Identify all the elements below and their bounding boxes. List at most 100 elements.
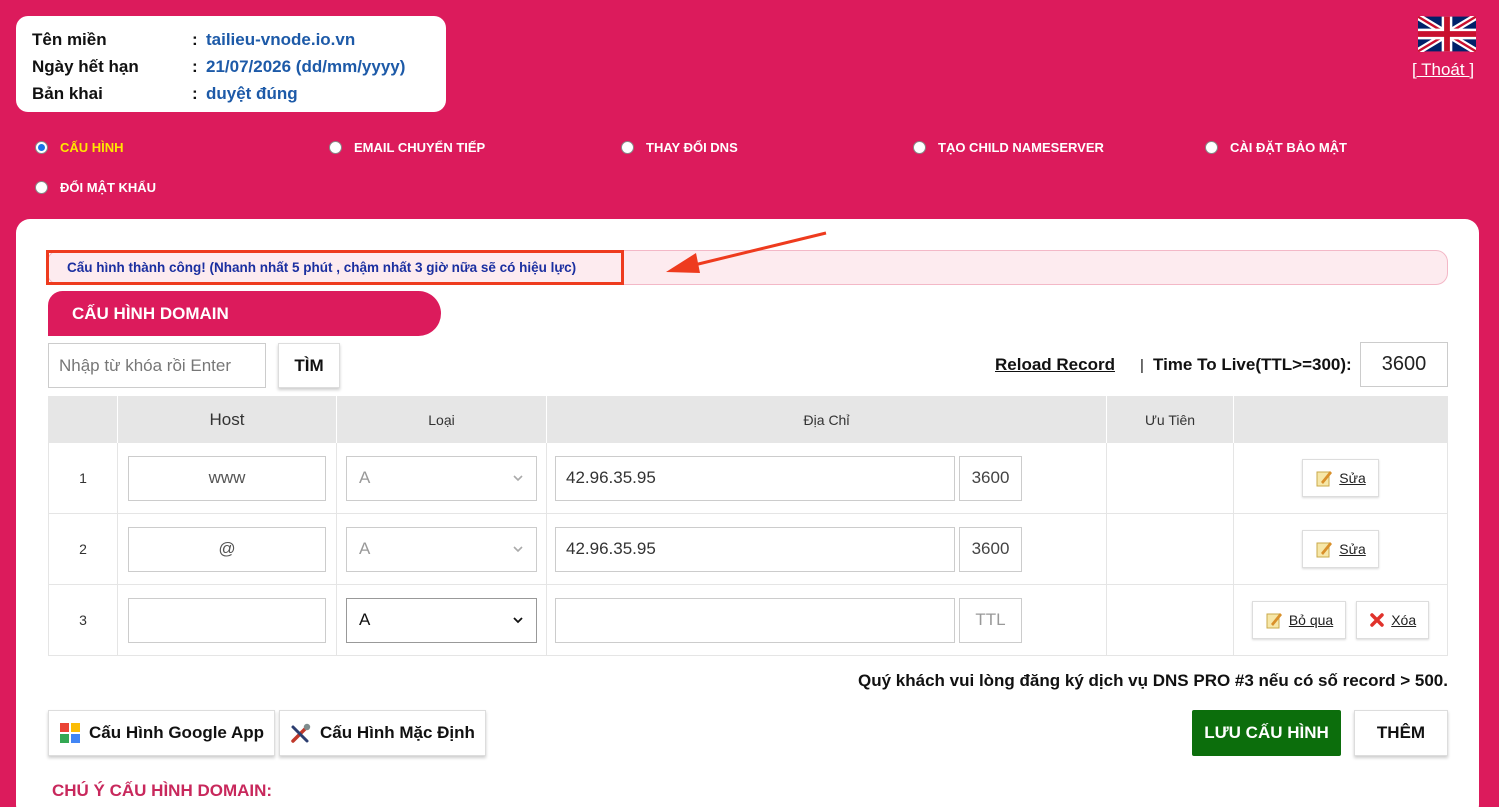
- address-input[interactable]: 42.96.35.95: [555, 526, 955, 572]
- uk-flag-icon[interactable]: [1418, 16, 1476, 52]
- info-value-expiry: 21/07/2026 (dd/mm/yyyy): [206, 56, 406, 76]
- default-config-label: Cấu Hình Mặc Định: [320, 723, 475, 742]
- edit-button[interactable]: Sửa: [1302, 530, 1379, 568]
- delete-label: Xóa: [1391, 612, 1417, 628]
- info-key: Tên miền: [32, 29, 107, 49]
- menu-item-change-password[interactable]: ĐỔI MẬT KHẨU: [35, 180, 156, 195]
- default-config-button[interactable]: Cấu Hình Mặc Định: [279, 710, 486, 756]
- save-config-button[interactable]: LƯU CẤU HÌNH: [1192, 710, 1341, 756]
- info-row-expiry: Ngày hết hạn : 21/07/2026 (dd/mm/yyyy): [32, 53, 430, 80]
- domain-info-box: Tên miền : tailieu-vnode.io.vn Ngày hết …: [16, 16, 446, 112]
- radio-icon[interactable]: [1205, 141, 1218, 154]
- priority-cell: [1107, 443, 1234, 513]
- menu-item-change-dns[interactable]: THAY ĐỔI DNS: [621, 140, 738, 155]
- address-input[interactable]: 42.96.35.95: [555, 455, 955, 501]
- google-app-label: Cấu Hình Google App: [89, 723, 265, 742]
- delete-button[interactable]: Xóa: [1356, 601, 1430, 639]
- priority-cell: [1107, 514, 1234, 584]
- table-row: 2 @ A 42.96.35.95 3600 Sửa: [48, 514, 1448, 585]
- edit-button[interactable]: Sửa: [1302, 459, 1379, 497]
- edit-note-icon: [1316, 542, 1333, 558]
- menu-item-email-forward[interactable]: EMAIL CHUYỂN TIẾP: [329, 140, 485, 155]
- menu-label: EMAIL CHUYỂN TIẾP: [354, 140, 486, 155]
- ttl-input[interactable]: [1360, 342, 1448, 387]
- address-cell: 42.96.35.95 3600: [547, 443, 1107, 513]
- radio-icon[interactable]: [35, 141, 48, 154]
- row-number: 1: [48, 443, 118, 513]
- skip-button[interactable]: Bỏ qua: [1251, 601, 1347, 639]
- radio-icon[interactable]: [621, 141, 634, 154]
- edit-label: Sửa: [1339, 541, 1366, 557]
- header-address: Địa Chỉ: [547, 396, 1107, 443]
- priority-cell: [1107, 585, 1234, 655]
- header-no: [48, 396, 118, 443]
- search-button[interactable]: TÌM: [278, 343, 340, 388]
- address-cell: 42.96.35.95 3600: [547, 514, 1107, 584]
- logout-link[interactable]: [ Thoát ]: [1412, 60, 1474, 80]
- ttl-field[interactable]: 3600: [959, 526, 1022, 572]
- type-cell: A: [337, 585, 547, 655]
- row-number: 2: [48, 514, 118, 584]
- menu-label: ĐỔI MẬT KHẨU: [60, 180, 157, 195]
- row-number: 3: [48, 585, 118, 655]
- type-select[interactable]: A: [346, 455, 537, 501]
- header-priority: Ưu Tiên: [1107, 396, 1234, 443]
- type-cell: A: [337, 443, 547, 513]
- menu-label: CÀI ĐẶT BẢO MẬT: [1230, 140, 1347, 155]
- main-panel: Cấu hình thành công! (Nhanh nhất 5 phút …: [16, 219, 1479, 807]
- actions-cell: Sửa: [1234, 514, 1448, 584]
- google-app-config-button[interactable]: Cấu Hình Google App: [48, 710, 276, 756]
- host-input[interactable]: [128, 597, 326, 643]
- edit-label: Sửa: [1339, 470, 1366, 486]
- host-input[interactable]: www: [128, 455, 326, 501]
- separator: |: [1140, 357, 1144, 374]
- address-input[interactable]: [555, 597, 955, 643]
- address-cell: TTL: [547, 585, 1107, 655]
- menu-item-security[interactable]: CÀI ĐẶT BẢO MẬT: [1205, 140, 1347, 155]
- type-select[interactable]: A: [346, 597, 537, 643]
- info-colon: :: [192, 83, 198, 103]
- info-row-domain: Tên miền : tailieu-vnode.io.vn: [32, 26, 430, 53]
- success-notice: Cấu hình thành công! (Nhanh nhất 5 phút …: [46, 250, 624, 285]
- dns-records-table: Host Loại Địa Chỉ Ưu Tiên 1 www A 42.96.…: [48, 396, 1448, 656]
- actions-cell: Sửa: [1234, 443, 1448, 513]
- header-type: Loại: [337, 396, 547, 443]
- section-title: CẤU HÌNH DOMAIN: [48, 291, 441, 336]
- type-select[interactable]: A: [346, 526, 537, 572]
- ttl-field[interactable]: 3600: [959, 455, 1022, 501]
- table-row: 3 A TTL Bỏ qua Xóa: [48, 585, 1448, 656]
- info-key: Bản khai: [32, 83, 103, 103]
- host-cell: www: [118, 443, 337, 513]
- chevron-down-icon: [513, 617, 523, 624]
- edit-note-icon: [1266, 613, 1282, 629]
- info-value-domain: tailieu-vnode.io.vn: [206, 29, 356, 49]
- skip-label: Bỏ qua: [1288, 612, 1334, 628]
- add-record-button[interactable]: THÊM: [1354, 710, 1448, 756]
- delete-x-icon: [1370, 613, 1384, 627]
- arrow-annotation-icon: [666, 231, 827, 273]
- radio-icon[interactable]: [913, 141, 926, 154]
- header-actions: [1234, 396, 1448, 443]
- type-value: A: [359, 610, 371, 629]
- search-input[interactable]: [48, 343, 266, 388]
- menu-label: TẠO CHILD NAMESERVER: [938, 140, 1104, 155]
- info-key: Ngày hết hạn: [32, 56, 139, 76]
- chevron-down-icon: [513, 475, 523, 482]
- menu-item-child-nameserver[interactable]: TẠO CHILD NAMESERVER: [913, 140, 1104, 155]
- info-colon: :: [192, 56, 198, 76]
- edit-note-icon: [1316, 471, 1333, 487]
- menu-item-config[interactable]: CẤU HÌNH: [35, 140, 124, 155]
- tools-icon: [291, 723, 311, 743]
- host-cell: [118, 585, 337, 655]
- ttl-field[interactable]: TTL: [959, 597, 1022, 643]
- radio-icon[interactable]: [329, 141, 342, 154]
- reload-record-link[interactable]: Reload Record: [995, 355, 1115, 375]
- info-colon: :: [192, 29, 198, 49]
- radio-icon[interactable]: [35, 181, 48, 194]
- header-host: Host: [118, 396, 337, 443]
- config-note-heading: CHÚ Ý CẤU HÌNH DOMAIN:: [52, 781, 273, 800]
- host-input[interactable]: @: [128, 526, 326, 572]
- table-header: Host Loại Địa Chỉ Ưu Tiên: [48, 396, 1448, 443]
- table-row: 1 www A 42.96.35.95 3600 Sửa: [48, 443, 1448, 514]
- dns-pro-note: Quý khách vui lòng đăng ký dịch vụ DNS P…: [858, 671, 1448, 690]
